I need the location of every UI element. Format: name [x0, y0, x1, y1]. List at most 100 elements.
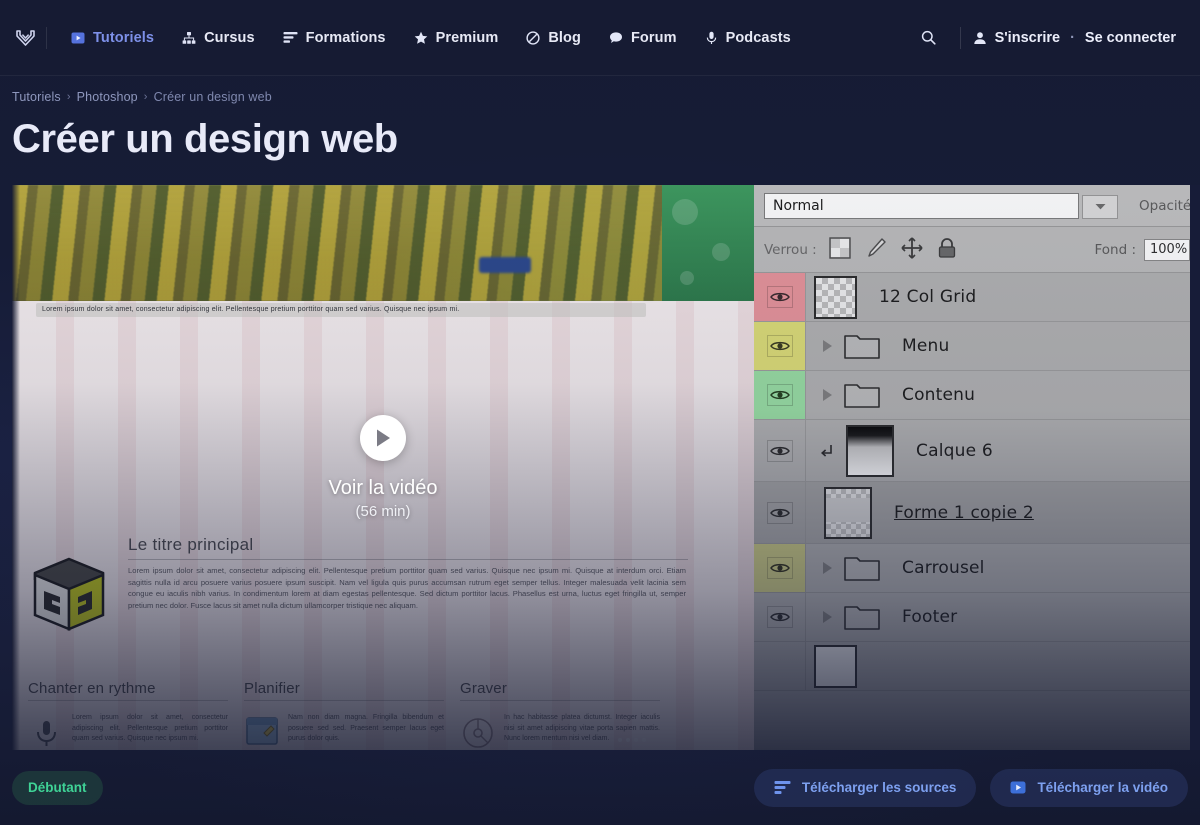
all-lock-icon[interactable]: [937, 237, 957, 263]
breadcrumb-item-photoshop[interactable]: Photoshop: [77, 90, 138, 104]
eye-icon[interactable]: [766, 501, 793, 524]
layer-visibility-cell[interactable]: [754, 420, 806, 481]
download-video-label: Télécharger la vidéo: [1037, 780, 1168, 795]
microphone-icon: [705, 31, 718, 45]
layer-visibility-cell[interactable]: [754, 322, 806, 370]
download-buttons-group: Télécharger les sources Télécharger la v…: [753, 768, 1188, 807]
layer-name[interactable]: Calque 6: [916, 441, 993, 461]
play-cta-label: Voir la vidéo: [328, 477, 438, 499]
layer-visibility-cell[interactable]: [754, 482, 806, 543]
eye-icon[interactable]: [766, 335, 793, 357]
eye-icon[interactable]: [766, 384, 793, 406]
nav-label: Tutoriels: [93, 29, 155, 46]
folder-icon: [844, 381, 880, 409]
clipping-mask-arrow-icon: [816, 443, 838, 459]
nav-label: Cursus: [204, 29, 255, 46]
move-lock-icon[interactable]: [901, 236, 923, 263]
nav-label: Podcasts: [725, 29, 791, 46]
brush-lock-icon[interactable]: [865, 237, 887, 263]
page-title: Créer un design web: [12, 117, 398, 161]
nav-item-forum[interactable]: Forum: [595, 0, 691, 76]
eye-icon[interactable]: [766, 557, 793, 579]
nav-label: Premium: [435, 29, 499, 46]
nav-item-cursus[interactable]: Cursus: [168, 0, 269, 76]
eye-icon[interactable]: [766, 606, 793, 628]
layer-name[interactable]: Carrousel: [902, 558, 985, 578]
transparency-lock-icon[interactable]: [829, 236, 851, 263]
bottom-action-bar: Débutant Télécharger les sources Télécha…: [0, 750, 1200, 825]
nav-label: Blog: [548, 29, 581, 46]
layer-visibility-cell[interactable]: [754, 544, 806, 592]
search-button[interactable]: [905, 30, 952, 45]
blend-mode-value: Normal: [773, 197, 824, 214]
layer-visibility-cell[interactable]: [754, 273, 806, 321]
expand-triangle-icon[interactable]: [814, 389, 840, 401]
download-sources-button[interactable]: Télécharger les sources: [753, 768, 977, 807]
status-badge: Débutant: [12, 770, 103, 805]
nav-item-blog[interactable]: Blog: [512, 0, 595, 76]
video-preview-area[interactable]: Lorem ipsum dolor sit amet, consectetur …: [12, 185, 1200, 750]
video-duration-label: (56 min): [355, 503, 411, 520]
play-video-button[interactable]: Voir la vidéo (56 min): [12, 185, 754, 750]
layer-thumbnail[interactable]: [814, 275, 857, 319]
search-icon: [921, 30, 936, 45]
eye-icon[interactable]: [766, 286, 793, 308]
lock-icon-group: [829, 236, 957, 263]
breadcrumb-item-tutoriels[interactable]: Tutoriels: [12, 90, 61, 104]
tuto-fox-logo-icon: [15, 29, 35, 46]
top-navigation-bar: Tutoriels Cursus Formations Premium Blog…: [0, 0, 1200, 76]
nav-item-formations[interactable]: Formations: [269, 0, 400, 76]
photoshop-layers-panel: Normal Opacité : 100% Verrou :: [754, 185, 1200, 750]
table-row[interactable]: Calque 6: [754, 420, 1200, 482]
layer-visibility-cell[interactable]: [754, 593, 806, 641]
table-row[interactable]: 12 Col Grid: [754, 273, 1200, 322]
signup-link[interactable]: S'inscrire: [995, 30, 1061, 46]
blend-mode-row: Normal Opacité : 100%: [754, 185, 1200, 227]
sitemap-icon: [182, 31, 196, 45]
site-logo[interactable]: [12, 0, 38, 75]
nav-divider: [959, 26, 961, 49]
layer-thumbnail[interactable]: [814, 644, 857, 688]
expand-triangle-icon[interactable]: [814, 611, 840, 623]
layer-name[interactable]: 12 Col Grid: [879, 287, 976, 307]
layer-name[interactable]: Menu: [902, 336, 949, 356]
layer-thumbnail[interactable]: [846, 424, 894, 477]
signin-link[interactable]: Se connecter: [1085, 30, 1176, 46]
table-row[interactable]: Menu: [754, 322, 1200, 371]
layer-name[interactable]: Contenu: [902, 385, 975, 405]
user-icon: [973, 31, 987, 45]
star-icon: [414, 31, 428, 45]
expand-triangle-icon[interactable]: [814, 562, 840, 574]
layer-thumbnail[interactable]: [824, 486, 872, 539]
layer-name[interactable]: Footer: [902, 607, 957, 627]
breadcrumb-separator: ›: [143, 91, 148, 103]
pencil-edit-icon: [526, 30, 540, 45]
table-row[interactable]: [754, 642, 1200, 691]
fill-label: Fond :: [1094, 241, 1136, 258]
video-play-box-icon: [71, 31, 85, 45]
chevron-down-icon[interactable]: [1082, 194, 1118, 219]
nav-item-podcasts[interactable]: Podcasts: [691, 0, 805, 76]
play-triangle-icon[interactable]: [360, 415, 406, 461]
breadcrumb-separator: ›: [66, 91, 71, 103]
table-row[interactable]: Footer: [754, 593, 1200, 642]
layer-visibility-cell[interactable]: [754, 371, 806, 419]
nav-label: Forum: [630, 29, 677, 46]
nav-item-premium[interactable]: Premium: [400, 0, 513, 76]
download-video-button[interactable]: Télécharger la vidéo: [990, 768, 1188, 807]
auth-separator: ·: [1070, 29, 1075, 46]
nav-item-tutoriels[interactable]: Tutoriels: [57, 0, 168, 76]
nav-divider: [46, 26, 47, 49]
fill-value-field[interactable]: 100%: [1144, 238, 1190, 261]
layer-visibility-cell[interactable]: [754, 642, 806, 690]
table-row[interactable]: Contenu: [754, 371, 1200, 420]
video-play-box-icon: [1010, 780, 1026, 795]
table-row[interactable]: Carrousel: [754, 544, 1200, 593]
nav-left-group: Tutoriels Cursus Formations Premium Blog…: [12, 0, 805, 75]
blend-mode-select[interactable]: Normal: [764, 192, 1118, 219]
expand-triangle-icon[interactable]: [814, 340, 840, 352]
breadcrumb: Tutoriels › Photoshop › Créer un design …: [12, 90, 272, 104]
table-row[interactable]: Forme 1 copie 2: [754, 482, 1200, 544]
layer-name[interactable]: Forme 1 copie 2: [894, 503, 1034, 523]
eye-icon[interactable]: [766, 439, 793, 462]
